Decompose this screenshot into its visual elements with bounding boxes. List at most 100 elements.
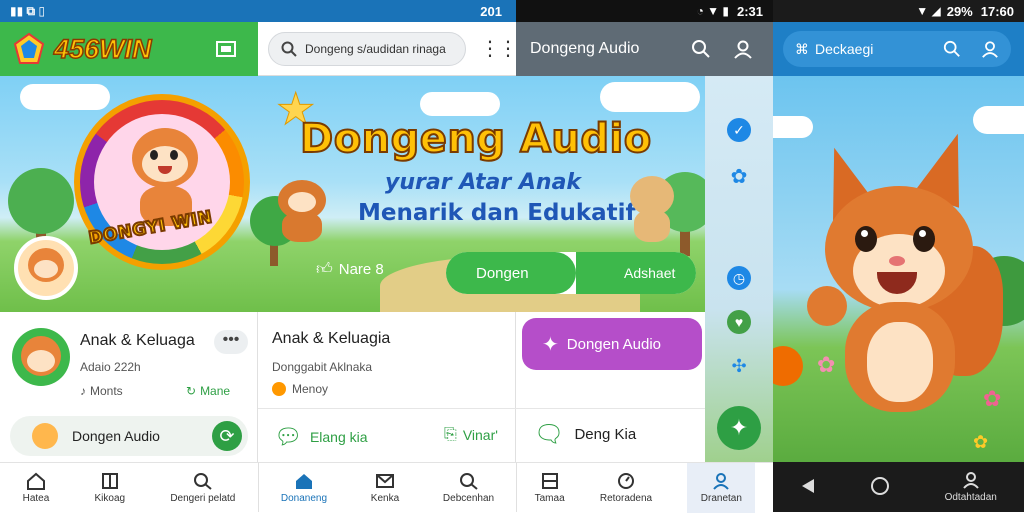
nav-label: Hatea bbox=[22, 492, 50, 504]
nav-search[interactable]: Dengeri pelatd bbox=[170, 472, 235, 504]
status-bar-left: ▮▮ ⧉ ▯ 201 bbox=[0, 0, 516, 22]
profile-button[interactable]: Odtahtadan bbox=[945, 471, 997, 503]
logo-icon bbox=[13, 32, 45, 64]
card-family-2: Anak & Keluagia Donggabit Aklnaka Menoy … bbox=[258, 312, 516, 462]
card-audio: ✦ Dongen Audio 🗨︎ Deng Kia bbox=[516, 312, 705, 462]
card-title: Anak & Keluaga bbox=[80, 332, 195, 349]
search-text: Dongeng s/audidan rinaga bbox=[305, 41, 446, 56]
schedule-button[interactable]: Adshaet bbox=[576, 252, 696, 294]
status-bar-mid: ◔ ▼ ▮ 2:31 bbox=[516, 0, 773, 22]
nav-library[interactable]: Tamaa bbox=[535, 472, 565, 504]
timer-icon bbox=[617, 472, 634, 489]
search-icon[interactable] bbox=[943, 40, 961, 58]
comment-action[interactable]: 💬︎ Elang kia bbox=[274, 424, 368, 450]
card-link-text: Mane bbox=[200, 384, 231, 398]
search-input[interactable]: ⌘ Deckaegi bbox=[783, 31, 1011, 67]
back-button[interactable] bbox=[800, 477, 816, 498]
gallery-icon[interactable] bbox=[216, 39, 238, 59]
avatar[interactable] bbox=[14, 236, 78, 300]
wifi-icon: ◔ ▼ ▮ bbox=[696, 4, 729, 18]
thumbs-up-icon: 👍︎ bbox=[316, 261, 333, 278]
status-time: 201 bbox=[480, 3, 502, 19]
system-nav-bar: Odtahtadan bbox=[773, 462, 1024, 512]
flower-icon: ✿ bbox=[983, 386, 1002, 411]
nav-label: Debcenhan bbox=[442, 492, 495, 504]
home-icon bbox=[26, 472, 45, 490]
profile-icon[interactable] bbox=[733, 39, 753, 59]
check-icon[interactable]: ✓ bbox=[727, 118, 751, 142]
search-input[interactable]: Dongeng s/audidan rinaga bbox=[268, 31, 466, 66]
flower-icon[interactable]: ✿ bbox=[727, 164, 751, 188]
badge-emblem: DONGYI WIN bbox=[74, 94, 250, 270]
card-meta: Donggabit Aklnaka bbox=[272, 360, 373, 374]
book-icon bbox=[541, 472, 558, 489]
banner-subtitle-1: yurar Atar Anak bbox=[385, 170, 582, 195]
nav-messages[interactable]: Kenka bbox=[371, 472, 399, 504]
character-hero: ✿ ✿ ✿ bbox=[773, 76, 1024, 464]
nav-label: Kenka bbox=[370, 492, 400, 504]
orange-dot-icon bbox=[272, 382, 286, 396]
cover-icon bbox=[32, 423, 58, 449]
nav-library[interactable]: Kikoag bbox=[95, 472, 125, 504]
nav-home[interactable]: Donaneng bbox=[281, 472, 327, 504]
app-header: 456WIN bbox=[0, 22, 258, 76]
avatar[interactable] bbox=[12, 328, 70, 386]
search-header: Dongeng s/audidan rinaga ⋮⋮ bbox=[258, 22, 518, 76]
share-action-label: Vinar' bbox=[462, 427, 498, 443]
nav-label: Dengeri pelatd bbox=[170, 492, 236, 504]
heart-icon[interactable]: ♥ bbox=[727, 310, 751, 334]
action-pill: Dongen Adshaet bbox=[446, 252, 696, 294]
share-icon[interactable]: ✣ bbox=[727, 356, 751, 380]
exit-icon: ⎘ bbox=[444, 426, 457, 443]
bottom-nav-2: Donaneng Kenka Debcenhan bbox=[258, 462, 516, 512]
favorite-fab[interactable]: ✦ bbox=[717, 406, 761, 450]
mail-icon bbox=[375, 473, 394, 488]
circle-home-icon bbox=[871, 476, 890, 495]
nav-search[interactable]: Debcenhan bbox=[443, 472, 494, 504]
card-stat: Menoy bbox=[272, 382, 328, 396]
nav-label: Odtahtadan bbox=[944, 492, 997, 503]
nav-label: Donaneng bbox=[280, 492, 328, 504]
card-stat: ♪ Monts bbox=[80, 384, 123, 398]
now-playing-bar[interactable]: Dongen Audio ⟳ bbox=[10, 416, 248, 456]
share-action[interactable]: ⎘ Vinar' bbox=[444, 426, 498, 444]
search-icon bbox=[281, 41, 297, 57]
comment-action-label: Elang kia bbox=[309, 429, 368, 445]
bottom-nav-3: Tamaa Retoradena Dranetan bbox=[516, 462, 773, 513]
hero-banner: DONGYI WIN ★ Dongeng Audio yurar Atar An… bbox=[0, 76, 705, 312]
nav-profile[interactable]: Dranetan bbox=[687, 462, 756, 513]
clock-icon[interactable]: ◷ bbox=[727, 266, 751, 290]
story-item[interactable]: 🗨︎ Deng Kia bbox=[534, 420, 636, 449]
chat-bubble-icon: 🗨︎ bbox=[534, 421, 565, 448]
flower-icon: ✿ bbox=[817, 352, 836, 377]
nav-label: Dranetan bbox=[700, 492, 742, 504]
book-icon bbox=[101, 472, 118, 489]
bottom-nav-1: Hatea Kikoag Dengeri pelatd bbox=[0, 462, 258, 512]
more-icon[interactable]: ⋮⋮ bbox=[480, 36, 518, 61]
battery-level: 29% bbox=[946, 3, 973, 19]
search-icon bbox=[193, 472, 212, 490]
profile-icon[interactable] bbox=[981, 40, 999, 58]
home-icon bbox=[295, 473, 312, 489]
refresh-icon: ↻ bbox=[186, 384, 197, 398]
search-icon bbox=[459, 472, 478, 490]
play-button[interactable]: ⟳ bbox=[212, 421, 242, 451]
nav-home[interactable]: Hatea bbox=[22, 472, 50, 504]
wifi-icon: ▼ ◢ bbox=[916, 4, 941, 18]
hash-icon: ⌘ bbox=[795, 40, 809, 57]
likes-counter[interactable]: 👍︎ Nare 8 bbox=[316, 260, 384, 279]
panel3-title: Dongeng Audio bbox=[530, 40, 640, 57]
back-icon bbox=[802, 478, 815, 493]
listen-button[interactable]: Dongen bbox=[446, 252, 576, 294]
app-logo-text: 456WIN bbox=[53, 33, 152, 65]
card-link[interactable]: ↻ Mane bbox=[186, 384, 230, 398]
nav-label: Tamaa bbox=[534, 492, 565, 504]
card-meta: Adaio 222h bbox=[80, 360, 141, 374]
search-icon[interactable] bbox=[691, 39, 711, 59]
nav-timer[interactable]: Retoradena bbox=[600, 472, 652, 504]
home-button[interactable] bbox=[870, 476, 890, 499]
user-icon bbox=[962, 472, 979, 489]
audio-button[interactable]: ✦ Dongen Audio bbox=[522, 318, 702, 370]
card-stat-text: Monts bbox=[90, 384, 123, 398]
more-icon[interactable]: ••• bbox=[214, 330, 248, 354]
